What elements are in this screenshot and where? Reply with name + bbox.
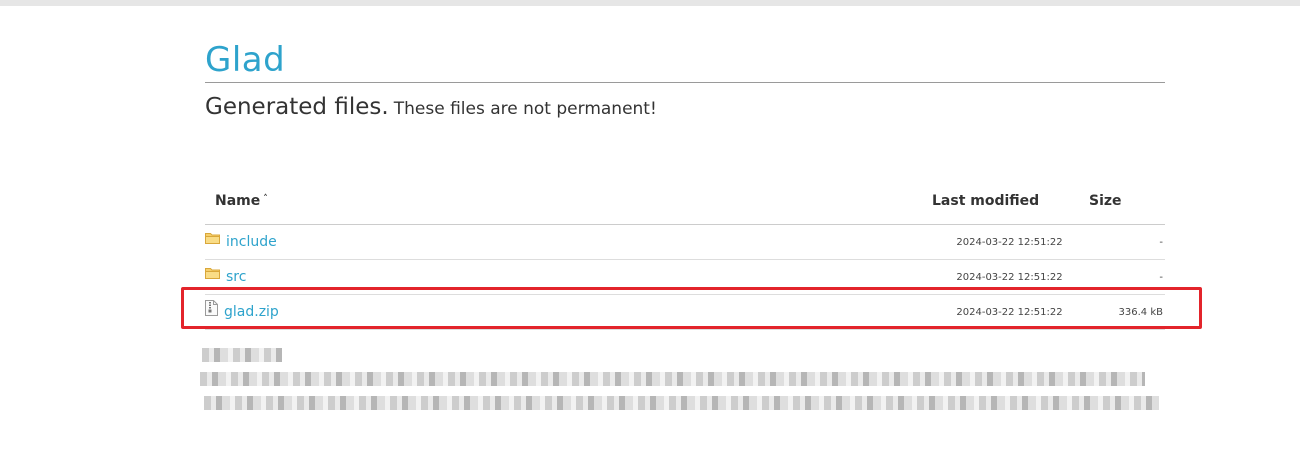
subtitle-main: Generated files. [205, 94, 389, 120]
cell-name: include [205, 224, 931, 260]
file-listing-table: Name ˄ Last modified Size include 2024-03… [205, 178, 1165, 330]
pixelated-redacted-text [200, 340, 1160, 422]
page-subtitle: Generated files. These files are not per… [205, 93, 657, 123]
cell-name: glad.zip [205, 294, 931, 330]
table-header-row: Name ˄ Last modified Size [205, 178, 1165, 225]
title-divider [205, 82, 1165, 83]
cell-size: - [1088, 259, 1165, 295]
cell-size: - [1088, 224, 1165, 260]
redacted-line [200, 372, 1145, 386]
folder-icon [205, 232, 220, 248]
cell-name: src [205, 259, 931, 295]
table-row: glad.zip 2024-03-22 12:51:22 336.4 kB [205, 294, 1165, 330]
table-row: include 2024-03-22 12:51:22 - [205, 224, 1165, 260]
entry-link-src[interactable]: src [226, 269, 246, 285]
zip-file-icon [205, 300, 218, 320]
cell-size: 336.4 kB [1088, 294, 1165, 330]
column-header-size[interactable]: Size [1088, 178, 1165, 225]
entry-link-include[interactable]: include [226, 234, 277, 250]
subtitle-note: These files are not permanent! [393, 99, 657, 119]
cell-last-modified: 2024-03-22 12:51:22 [931, 294, 1088, 330]
column-header-name[interactable]: Name ˄ [205, 178, 931, 225]
column-header-last-modified[interactable]: Last modified [931, 178, 1088, 225]
page-title: Glad [205, 40, 286, 80]
column-name-label: Name [215, 193, 261, 209]
cell-last-modified: 2024-03-22 12:51:22 [931, 224, 1088, 260]
table-row: src 2024-03-22 12:51:22 - [205, 259, 1165, 295]
entry-link-glad-zip[interactable]: glad.zip [224, 304, 279, 320]
folder-icon [205, 267, 220, 283]
sort-ascending-icon: ˄ [263, 194, 268, 204]
cell-last-modified: 2024-03-22 12:51:22 [931, 259, 1088, 295]
redacted-line [202, 348, 282, 362]
redacted-line [204, 396, 1159, 410]
browser-top-strip [0, 0, 1300, 6]
